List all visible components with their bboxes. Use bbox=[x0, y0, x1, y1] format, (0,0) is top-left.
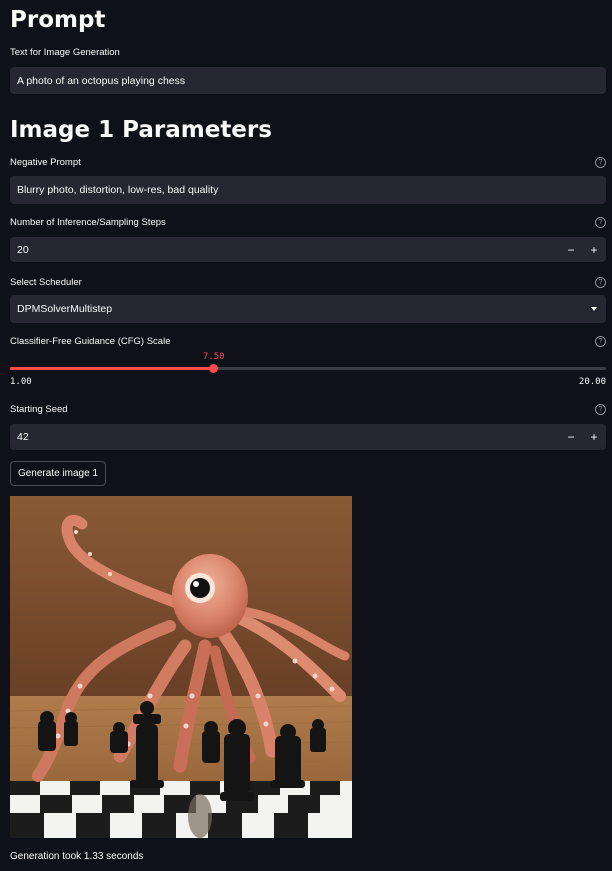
scheduler-help-icon[interactable]: ? bbox=[595, 277, 606, 288]
cfg-current-value: 7.50 bbox=[202, 352, 225, 362]
cfg-help-icon[interactable]: ? bbox=[595, 336, 606, 347]
app-page: Prompt Text for Image Generation A photo… bbox=[0, 0, 612, 871]
steps-increment-button[interactable]: + bbox=[583, 237, 605, 262]
seed-increment-button[interactable]: + bbox=[583, 424, 605, 450]
seed-help-icon[interactable]: ? bbox=[595, 404, 606, 415]
generate-image-button[interactable]: Generate image 1 bbox=[10, 461, 106, 486]
cfg-slider-thumb[interactable] bbox=[209, 364, 219, 373]
prompt-heading: Prompt bbox=[10, 7, 106, 33]
negative-prompt-input[interactable]: Blurry photo, distortion, low-res, bad q… bbox=[10, 176, 606, 204]
prompt-text-label: Text for Image Generation bbox=[10, 47, 120, 58]
prompt-text-input[interactable]: A photo of an octopus playing chess bbox=[10, 67, 606, 94]
cfg-label: Classifier-Free Guidance (CFG) Scale bbox=[10, 336, 171, 347]
seed-value: 42 bbox=[17, 431, 29, 443]
steps-decrement-button[interactable]: − bbox=[560, 237, 582, 262]
scheduler-select[interactable]: DPMSolverMultistep bbox=[10, 295, 606, 323]
steps-number-input[interactable]: 20 − + bbox=[10, 237, 606, 262]
params-heading: Image 1 Parameters bbox=[10, 117, 272, 143]
generated-image bbox=[10, 496, 352, 838]
seed-number-input[interactable]: 42 − + bbox=[10, 424, 606, 450]
cfg-slider[interactable] bbox=[10, 364, 606, 373]
steps-label: Number of Inference/Sampling Steps bbox=[10, 217, 166, 228]
steps-help-icon[interactable]: ? bbox=[595, 217, 606, 228]
cfg-max-label: 20.00 bbox=[578, 377, 606, 387]
negative-prompt-value: Blurry photo, distortion, low-res, bad q… bbox=[17, 184, 219, 196]
cfg-min-label: 1.00 bbox=[10, 377, 32, 387]
seed-label: Starting Seed bbox=[10, 404, 68, 415]
steps-value: 20 bbox=[17, 243, 29, 256]
prompt-text-value: A photo of an octopus playing chess bbox=[17, 74, 186, 87]
chevron-down-icon bbox=[591, 307, 597, 311]
cfg-slider-fill bbox=[10, 367, 214, 370]
seed-decrement-button[interactable]: − bbox=[560, 424, 582, 450]
negative-prompt-label: Negative Prompt bbox=[10, 157, 81, 168]
negative-prompt-help-icon[interactable]: ? bbox=[595, 157, 606, 168]
scheduler-label: Select Scheduler bbox=[10, 277, 82, 288]
generation-time-caption: Generation took 1.33 seconds bbox=[10, 851, 144, 862]
scheduler-value: DPMSolverMultistep bbox=[17, 303, 113, 315]
